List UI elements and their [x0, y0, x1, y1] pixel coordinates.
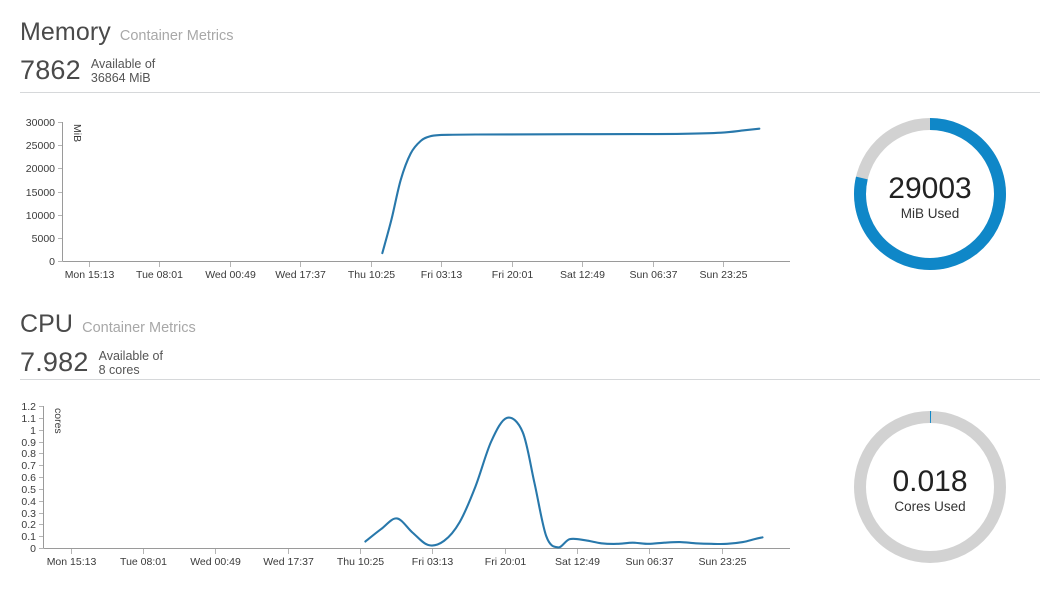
y-tick-label: 1.2: [21, 401, 36, 413]
cpu-available-caption: Available of 8 cores: [99, 349, 163, 377]
y-tick-label: 30000: [26, 117, 55, 129]
memory-header: Memory Container Metrics 7862 Available …: [20, 18, 234, 86]
x-tick-label: Mon 15:13: [47, 556, 97, 568]
y-tick-label: 0.1: [21, 531, 36, 543]
y-tick-label: 0.5: [21, 484, 36, 496]
x-tick-label: Wed 17:37: [263, 556, 314, 568]
cpu-title-row: CPU Container Metrics: [20, 310, 196, 339]
x-tick-label: Wed 00:49: [190, 556, 241, 568]
gauge-label-text: MiB Used: [901, 206, 960, 221]
cpu-gauge-svg: 0.018Cores Used: [854, 411, 1006, 563]
memory-available-caption-line2: 36864 MiB: [90, 70, 151, 85]
y-tick-label: 20000: [26, 163, 55, 175]
cpu-available-row: 7.982 Available of 8 cores: [20, 347, 196, 378]
memory-available-caption-line1: Available of: [90, 56, 156, 71]
x-tick-label: Sat 12:49: [560, 269, 605, 281]
memory-gauge-svg: 29003MiB Used: [854, 118, 1006, 270]
memory-available-caption: Available of 36864 MiB: [91, 57, 155, 85]
cpu-chart-svg: 00.10.20.30.40.50.60.70.80.911.11.2 cores…: [21, 401, 790, 568]
x-tick-label: Wed 17:37: [275, 269, 326, 281]
memory-chart: 0 5000 10000 15000 20000 25000 30000 MiB Mon 15:…: [0, 112, 800, 287]
cpu-available-caption-line1: Available of: [98, 348, 163, 363]
memory-chart-svg: 0 5000 10000 15000 20000 25000 30000 MiB Mon 15:…: [26, 117, 790, 281]
x-tick-label: Wed 00:49: [205, 269, 256, 281]
chart-series-line: [364, 416, 764, 549]
y-tick-label: 5000: [32, 233, 56, 245]
y-tick-label: 0.9: [21, 437, 36, 449]
y-axis-unit-label: cores: [52, 408, 64, 434]
y-axis-unit-label: MiB: [71, 124, 83, 142]
x-tick-label: Fri 03:13: [421, 269, 463, 281]
cpu-available-value: 7.982: [20, 347, 89, 377]
x-tick-label: Mon 15:13: [65, 269, 115, 281]
y-tick-label: 0.2: [21, 519, 36, 531]
cpu-chart: 0 0.1 0.2 0.3 0.4 0.5 0.6 0.7 0.8 0.9 1 1.1 1.2 cores…: [0, 400, 800, 578]
x-tick-label: Sun 23:25: [699, 556, 747, 568]
y-tick-label: 0.6: [21, 472, 36, 484]
memory-panel: Memory Container Metrics 7862 Available …: [0, 0, 1060, 300]
memory-title: Memory: [20, 18, 111, 46]
memory-title-row: Memory Container Metrics: [20, 18, 234, 47]
cpu-panel: CPU Container Metrics 7.982 Available of…: [0, 300, 1060, 605]
y-tick-label: 0: [49, 256, 55, 268]
memory-gauge: 29003 MiB Used: [848, 112, 1012, 276]
x-tick-label: Fri 03:13: [412, 556, 454, 568]
chart-series-line: [381, 127, 761, 255]
y-tick-label: 0.3: [21, 508, 36, 520]
y-tick-label: 0: [30, 543, 36, 555]
gauge-label-text: Cores Used: [894, 499, 965, 514]
x-tick-label: Sun 06:37: [630, 269, 678, 281]
x-tick-label: Sun 23:25: [700, 269, 748, 281]
x-tick-label: Sat 12:49: [555, 556, 600, 568]
cpu-title: CPU: [20, 310, 74, 338]
gauge-value-text: 0.018: [892, 465, 967, 498]
x-tick-label: Fri 20:01: [485, 556, 527, 568]
memory-divider: [20, 92, 1040, 93]
x-tick-label: Tue 08:01: [120, 556, 167, 568]
y-tick-label: 1.1: [21, 413, 36, 425]
cpu-header: CPU Container Metrics 7.982 Available of…: [20, 310, 196, 378]
y-tick-label: 1: [30, 425, 36, 437]
y-tick-label: 0.8: [21, 448, 36, 460]
cpu-subtitle: Container Metrics: [82, 320, 196, 336]
x-tick-label: Fri 20:01: [492, 269, 534, 281]
cpu-available-caption-line2: 8 cores: [98, 362, 140, 377]
gauge-value-text: 29003: [888, 172, 971, 205]
memory-available-value: 7862: [20, 55, 81, 85]
x-tick-label: Thu 10:25: [348, 269, 395, 281]
y-tick-label: 0.7: [21, 460, 36, 472]
y-tick-label: 10000: [26, 210, 55, 222]
y-tick-label: 0.4: [21, 496, 36, 508]
cpu-gauge: 0.018 Cores Used: [848, 405, 1012, 569]
memory-subtitle: Container Metrics: [119, 28, 234, 44]
x-tick-label: Sun 06:37: [626, 556, 674, 568]
cpu-divider: [20, 379, 1040, 380]
y-tick-label: 25000: [26, 140, 55, 152]
memory-available-row: 7862 Available of 36864 MiB: [20, 55, 234, 86]
x-tick-label: Tue 08:01: [136, 269, 183, 281]
y-tick-label: 15000: [26, 187, 55, 199]
x-tick-label: Thu 10:25: [337, 556, 384, 568]
